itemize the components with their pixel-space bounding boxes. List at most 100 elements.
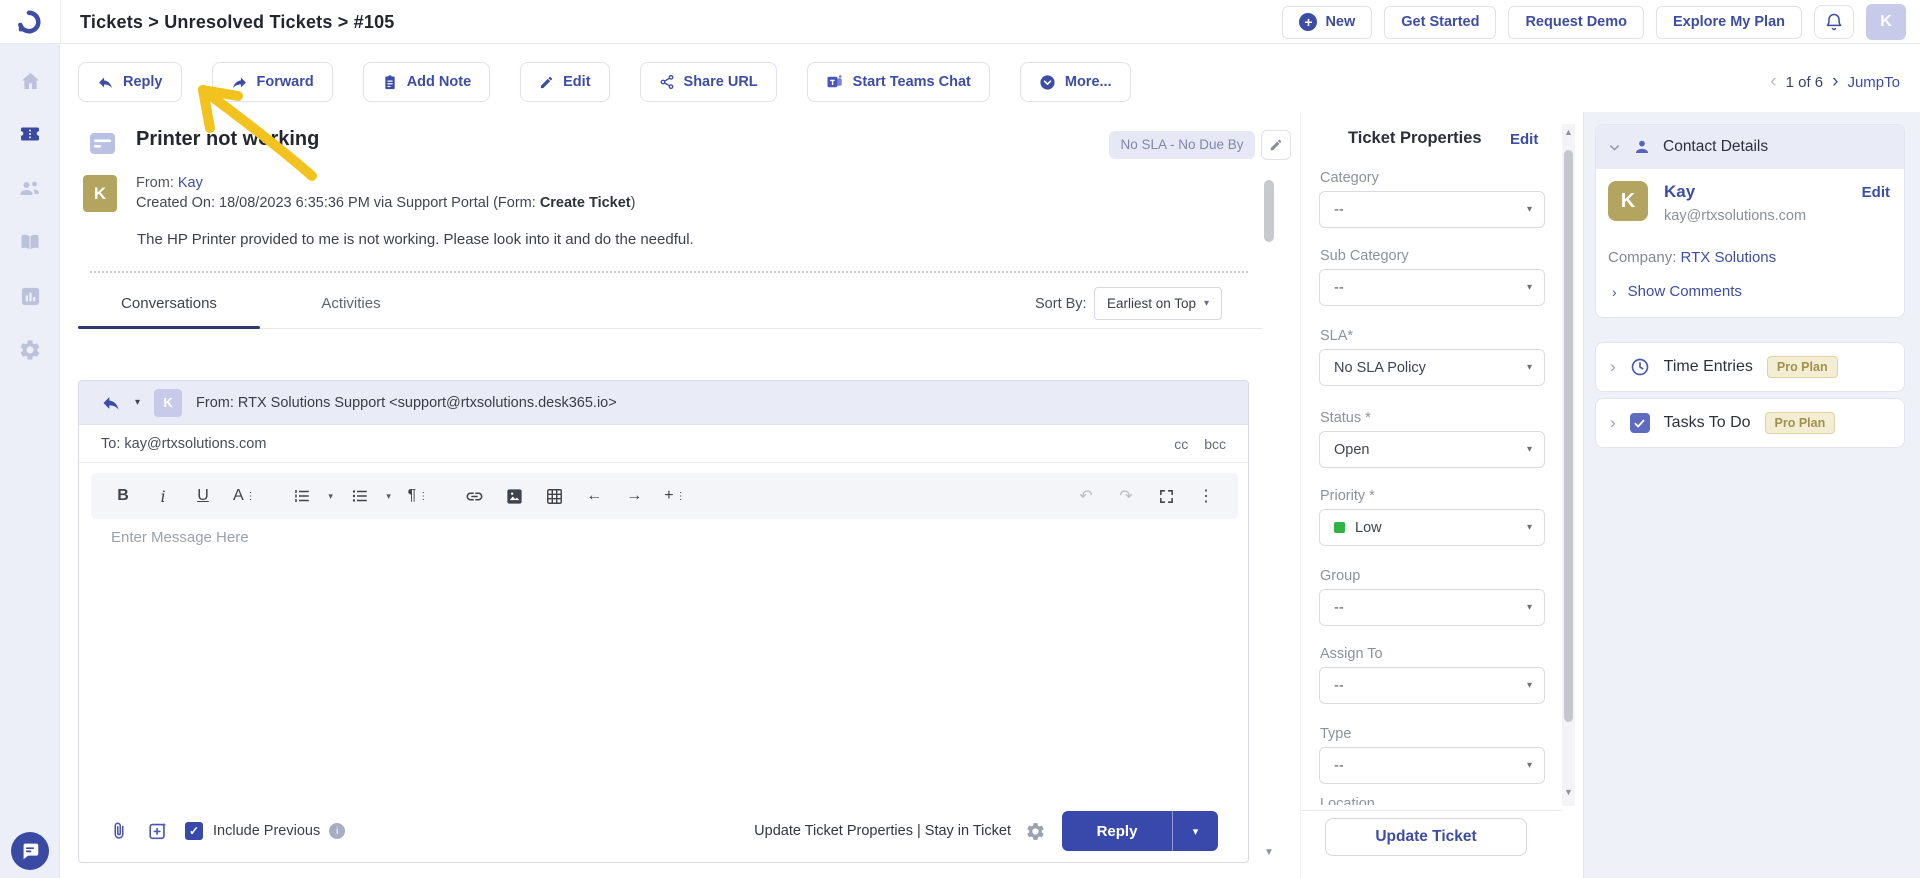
- edit-button[interactable]: Edit: [520, 62, 609, 102]
- category-select[interactable]: --▾: [1319, 191, 1545, 228]
- next-ticket-chevron[interactable]: ›: [1832, 71, 1838, 93]
- reply-button[interactable]: Reply: [78, 62, 182, 102]
- location-label-clipped: Location: [1320, 796, 1375, 805]
- compose-to-row[interactable]: To: kay@rtxsolutions.com cc bcc: [79, 425, 1248, 463]
- breadcrumb: Tickets > Unresolved Tickets > #105: [80, 0, 395, 44]
- properties-scrollbar-down-arrow[interactable]: ▼: [1564, 788, 1573, 797]
- priority-select[interactable]: Low▾: [1319, 509, 1545, 546]
- chevron-down-icon: ▾: [1527, 602, 1532, 613]
- more-button[interactable]: More...: [1020, 62, 1131, 102]
- underline-icon[interactable]: U: [193, 481, 213, 511]
- reply-arrow-icon[interactable]: [101, 393, 121, 413]
- send-reply-button[interactable]: Reply: [1062, 811, 1172, 851]
- properties-scrollbar-thumb[interactable]: [1564, 150, 1573, 722]
- settings-icon[interactable]: [18, 338, 42, 362]
- paragraph-options-icon[interactable]: ¶⋮: [408, 481, 429, 511]
- contact-edit-link[interactable]: Edit: [1862, 184, 1890, 201]
- reply-label: Reply: [123, 74, 163, 90]
- time-entries-header[interactable]: › Time Entries Pro Plan: [1596, 343, 1904, 391]
- tab-conversations[interactable]: Conversations: [78, 295, 260, 312]
- jump-to-link[interactable]: JumpTo: [1847, 74, 1900, 91]
- insert-link-icon[interactable]: [464, 481, 484, 511]
- sub-category-select[interactable]: --▾: [1319, 269, 1545, 306]
- reply-options-chevron[interactable]: ▾: [1173, 811, 1218, 851]
- redo-icon[interactable]: ↷: [1116, 481, 1136, 511]
- outdent-icon[interactable]: ←: [584, 481, 604, 511]
- status-select[interactable]: Open▾: [1319, 431, 1545, 468]
- compose-footer: ✓ Include Previous i Update Ticket Prope…: [79, 808, 1248, 854]
- get-started-button[interactable]: Get Started: [1384, 6, 1496, 39]
- sort-order-select[interactable]: Earliest on Top ▾: [1094, 287, 1222, 320]
- add-note-button[interactable]: Add Note: [363, 62, 490, 102]
- share-url-button[interactable]: Share URL: [640, 62, 777, 102]
- indent-icon[interactable]: →: [624, 481, 644, 511]
- insert-image-icon[interactable]: [504, 481, 524, 511]
- main-scrollbar-down-arrow[interactable]: ▼: [1264, 848, 1274, 858]
- group-select[interactable]: --▾: [1319, 589, 1545, 626]
- show-comments-toggle[interactable]: › Show Comments: [1612, 283, 1742, 300]
- ordered-list-dropdown-icon[interactable]: ▾: [326, 481, 336, 511]
- teams-icon: [826, 73, 844, 91]
- help-chat-widget[interactable]: [11, 832, 49, 870]
- user-avatar[interactable]: K: [1866, 4, 1906, 40]
- update-properties-toggle[interactable]: Update Ticket Properties | Stay in Ticke…: [754, 823, 1011, 839]
- prev-ticket-chevron[interactable]: ‹: [1770, 71, 1776, 93]
- explore-my-plan-button[interactable]: Explore My Plan: [1656, 6, 1802, 39]
- insert-more-icon[interactable]: +⋮: [664, 481, 685, 511]
- add-note-label: Add Note: [407, 74, 471, 90]
- collapse-chevron-icon[interactable]: [1608, 141, 1621, 154]
- knowledge-base-icon[interactable]: [18, 230, 42, 254]
- type-select[interactable]: --▾: [1319, 747, 1545, 784]
- insert-table-icon[interactable]: [544, 481, 564, 511]
- share-icon: [659, 74, 675, 90]
- ordered-list-icon[interactable]: [292, 481, 312, 511]
- bullet-list-icon[interactable]: [350, 481, 370, 511]
- italic-icon[interactable]: i: [153, 481, 173, 511]
- attach-file-icon[interactable]: [109, 819, 129, 843]
- properties-scrollbar-up-arrow[interactable]: ▲: [1564, 128, 1573, 137]
- to-label: To:: [101, 436, 120, 452]
- company-link[interactable]: RTX Solutions: [1681, 249, 1777, 266]
- request-demo-button[interactable]: Request Demo: [1508, 6, 1644, 39]
- sla-select[interactable]: No SLA Policy▾: [1319, 349, 1545, 386]
- update-ticket-button[interactable]: Update Ticket: [1325, 818, 1527, 856]
- forward-button[interactable]: Forward: [212, 62, 333, 102]
- contact-details-header[interactable]: Contact Details: [1596, 125, 1904, 169]
- reply-type-chevron-icon[interactable]: ▾: [135, 397, 140, 408]
- type-label: Type: [1320, 726, 1351, 742]
- new-button[interactable]: + New: [1282, 6, 1372, 39]
- bullet-list-dropdown-icon[interactable]: ▾: [384, 481, 394, 511]
- assign-to-select[interactable]: --▾: [1319, 667, 1545, 704]
- reports-icon[interactable]: [18, 284, 42, 308]
- font-options-icon[interactable]: A⋮: [233, 481, 256, 511]
- tickets-icon[interactable]: [18, 122, 42, 146]
- tab-activities[interactable]: Activities: [296, 295, 406, 312]
- desk365-logo-icon[interactable]: [16, 9, 42, 35]
- top-bar: Tickets > Unresolved Tickets > #105 + Ne…: [0, 0, 1920, 44]
- contact-avatar: K: [1608, 181, 1648, 221]
- bold-icon[interactable]: B: [113, 481, 133, 511]
- contact-name[interactable]: Kay: [1664, 182, 1695, 202]
- properties-scrollbar-track[interactable]: ▲ ▼: [1562, 124, 1575, 806]
- notifications-button[interactable]: [1814, 5, 1854, 39]
- fullscreen-icon[interactable]: [1156, 481, 1176, 511]
- start-teams-chat-button[interactable]: Start Teams Chat: [807, 62, 990, 102]
- tasks-header[interactable]: › Tasks To Do Pro Plan: [1596, 399, 1904, 447]
- plus-icon: +: [1299, 13, 1317, 31]
- editor-kebab-icon[interactable]: ⋮: [1196, 481, 1216, 511]
- edit-subject-button[interactable]: [1261, 130, 1291, 160]
- cc-button[interactable]: cc: [1174, 436, 1188, 452]
- ticket-properties-edit[interactable]: Edit: [1510, 131, 1538, 148]
- reply-settings-gear-icon[interactable]: [1025, 821, 1046, 842]
- info-icon[interactable]: i: [329, 823, 345, 839]
- created-on-line: Created On: 18/08/2023 6:35:36 PM via Su…: [136, 195, 635, 211]
- home-icon[interactable]: [18, 69, 42, 93]
- contacts-icon[interactable]: [18, 176, 42, 200]
- main-scrollbar-thumb[interactable]: [1264, 180, 1274, 242]
- message-editor[interactable]: Enter Message Here: [111, 529, 249, 546]
- requester-name-link[interactable]: Kay: [178, 175, 203, 191]
- canned-response-icon[interactable]: [147, 820, 169, 842]
- undo-icon[interactable]: ↶: [1076, 481, 1096, 511]
- include-previous-checkbox[interactable]: ✓: [185, 822, 203, 840]
- bcc-button[interactable]: bcc: [1204, 436, 1226, 452]
